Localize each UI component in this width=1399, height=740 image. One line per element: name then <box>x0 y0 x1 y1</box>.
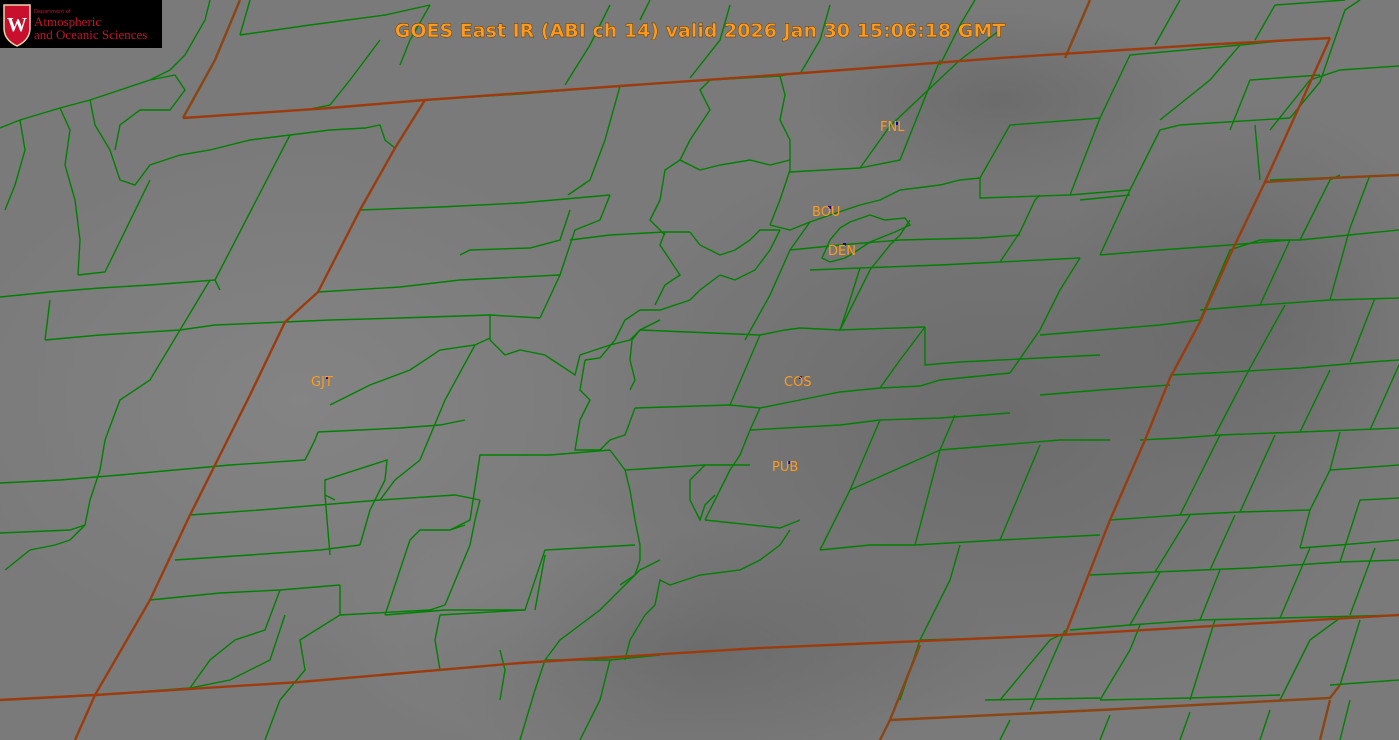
station-label-pub: PUB <box>772 460 798 475</box>
svg-text:W: W <box>7 14 27 36</box>
station-label-fnl: FNL <box>880 120 905 135</box>
station-label-gjt: GJT <box>311 375 333 390</box>
satellite-map: FNL BOU DEN GJT COS PUB GOES East IR (AB… <box>0 0 1399 740</box>
station-label-bou: BOU <box>812 205 840 220</box>
station-label-cos: COS <box>784 375 812 390</box>
logo-line2-text: and Oceanic Sciences <box>34 27 148 42</box>
uw-aos-logo: W Department of Atmospheric and Oceanic … <box>0 0 162 48</box>
ir-imagery <box>0 0 1399 740</box>
uw-crest-icon: W <box>3 4 31 47</box>
station-label-den: DEN <box>828 244 856 259</box>
map-title: GOES East IR (ABI ch 14) valid 2026 Jan … <box>395 20 1006 42</box>
